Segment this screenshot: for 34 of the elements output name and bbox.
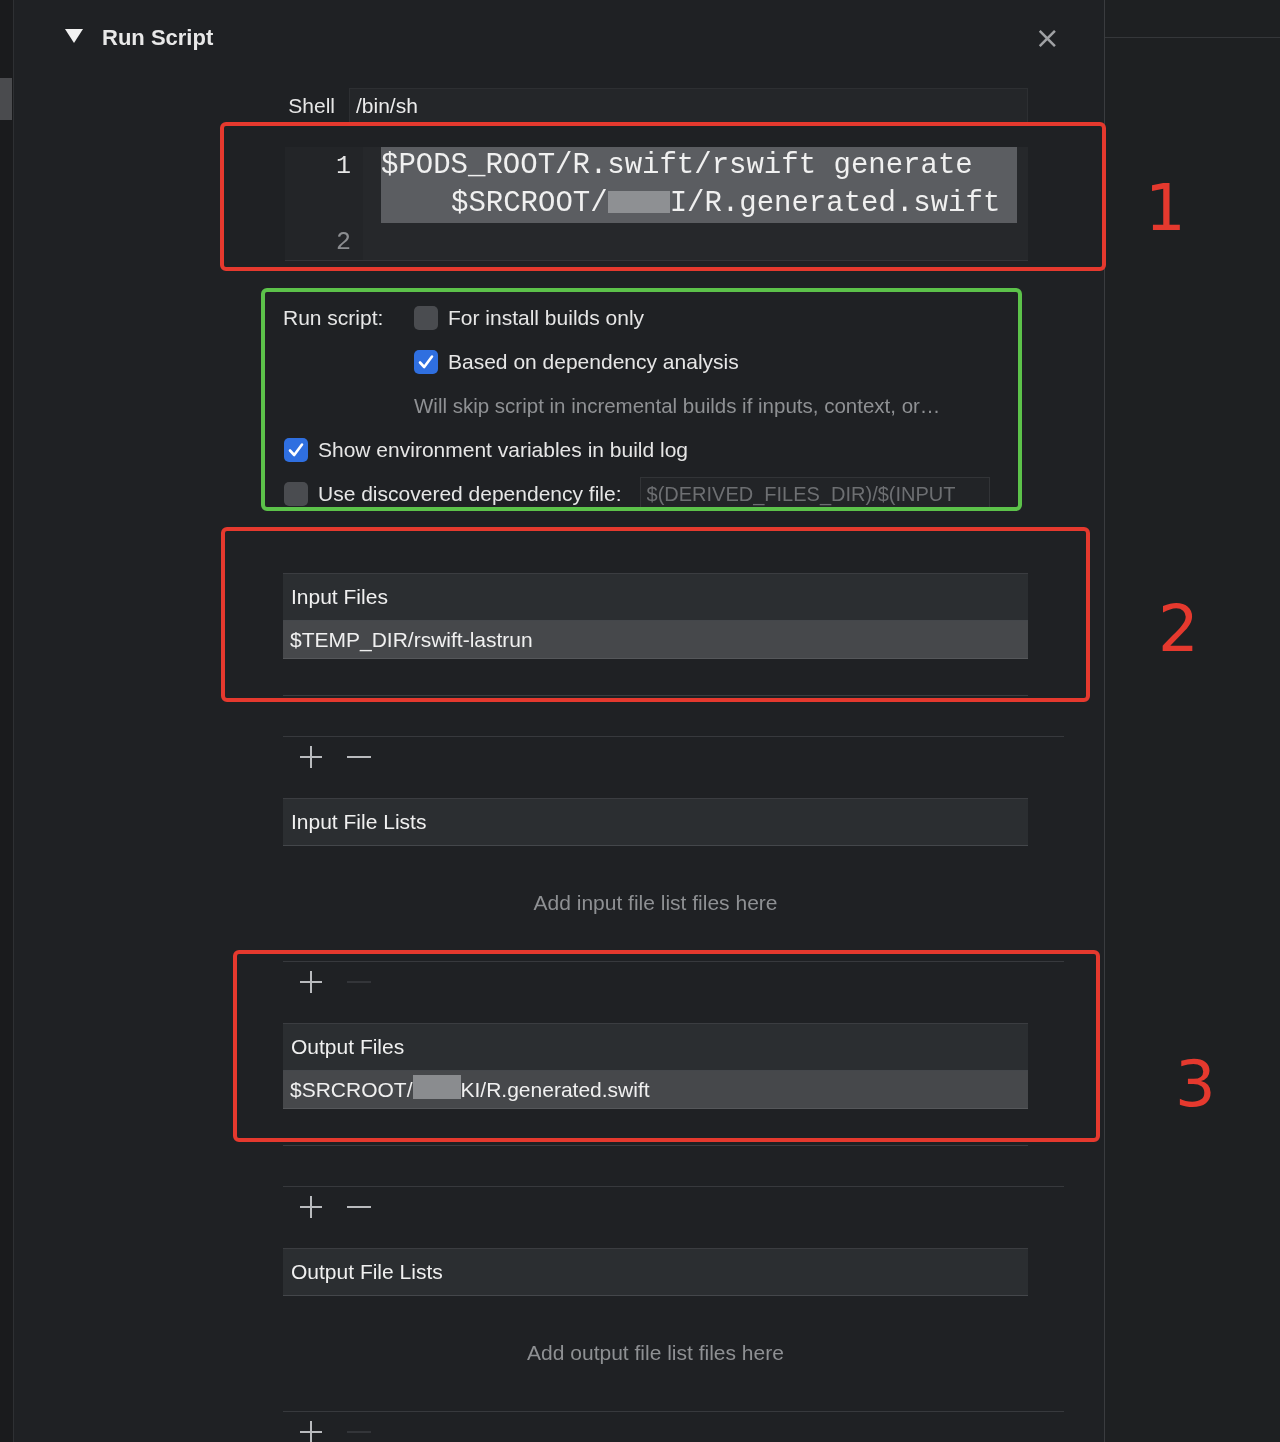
file-row[interactable]: $SRCROOT/ KI/R.generated.swift [283, 1071, 1028, 1109]
checkbox[interactable] [414, 306, 438, 330]
phase-title: Run Script [102, 25, 214, 51]
run-script-label: Run script: [283, 305, 384, 331]
annotation-number: 1 [1145, 176, 1186, 240]
table-header: Input Files [283, 573, 1028, 621]
empty-list-message: Add input file list files here [533, 890, 778, 915]
shell-label: Shell [287, 94, 335, 118]
table-header: Input File Lists [283, 798, 1028, 846]
checkbox[interactable] [414, 350, 438, 374]
close-button[interactable]: × [1034, 23, 1060, 53]
checkbox[interactable] [284, 438, 308, 462]
checkbox[interactable] [284, 482, 308, 506]
checkbox-label: Use discovered dependency file: [318, 482, 622, 506]
table-header: Output Files [283, 1023, 1028, 1071]
checkbox-label: Based on dependency analysis [448, 350, 739, 374]
script-editor[interactable]: 1 2 $PODS_ROOT/R.swift/rswift generate $SRCROOT/ I/R.generated.swift [285, 147, 1028, 261]
plus-icon[interactable] [299, 1195, 323, 1219]
plus-icon[interactable] [299, 745, 323, 769]
hint-text: Will skip script in incremental builds if inputs, context, or… [414, 393, 941, 419]
annotation-number: 2 [1158, 597, 1199, 661]
file-row[interactable]: $TEMP_DIR/rswift-lastrun [283, 621, 1028, 659]
checkbox-label: Show environment variables in build log [318, 438, 689, 462]
line-number: 2 [336, 227, 351, 259]
sidebar-edge [0, 78, 12, 120]
shell-field[interactable]: /bin/sh [349, 88, 1028, 124]
checkbox-label: For install builds only [448, 306, 645, 330]
empty-list-message: Add output file list files here [527, 1340, 784, 1365]
table-header: Output File Lists [283, 1248, 1028, 1296]
disclosure-triangle-icon[interactable] [65, 29, 83, 43]
line-number: 1 [336, 151, 351, 183]
plus-icon[interactable] [299, 970, 323, 994]
annotation-number: 3 [1175, 1052, 1216, 1116]
plus-icon[interactable] [299, 1420, 323, 1442]
